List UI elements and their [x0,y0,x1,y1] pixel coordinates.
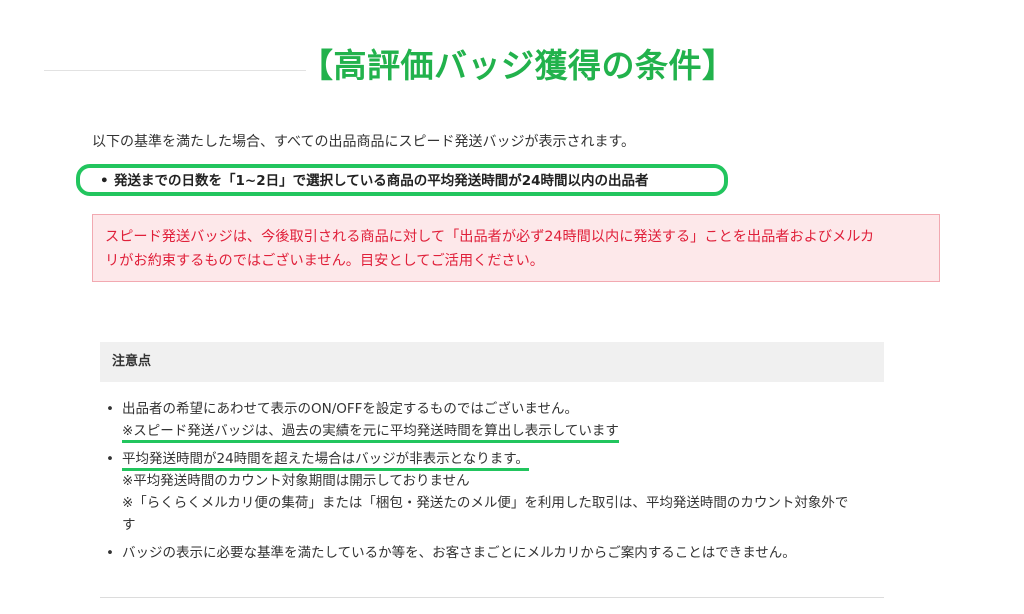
note-sub-text: ※平均発送時間のカウント対象期間は開示しておりません [122,473,470,489]
bullet-dot: • [106,401,114,417]
criteria-text: 発送までの日数を「1~2日」で選択している商品の平均発送時間が24時間以内の出品… [114,173,649,189]
disclaimer-box: スピード発送バッジは、今後取引される商品に対して「出品者が必ず24時間以内に発送… [92,214,940,282]
note-sub-text: ※スピード発送バッジは、過去の実績を元に平均発送時間を算出し表示しています [122,423,619,443]
list-item: • バッジの表示に必要な基準を満たしているか等を、お客さまごとにメルカリからご案… [106,542,896,564]
criteria-item: • 発送までの日数を「1~2日」で選択している商品の平均発送時間が24時間以内の出… [100,171,648,191]
top-divider [44,70,306,71]
note-text: バッジの表示に必要な基準を満たしているか等を、お客さまごとにメルカリからご案内す… [122,545,796,561]
list-item: • 平均発送時間が24時間を超えた場合はバッジが非表示となります。 ※平均発送時… [106,448,896,536]
note-sub-text: ※「らくらくメルカリ便の集荷」または「梱包・発送たのメル便」を利用した取引は、平… [122,495,849,511]
page-heading: 【高評価バッジ獲得の条件】 [300,46,736,85]
bullet-dot: • [100,173,109,189]
bullet-dot: • [106,545,114,561]
notes-title: 注意点 [100,342,884,382]
bullet-dot: • [106,451,114,467]
disclaimer-line-1: スピード発送バッジは、今後取引される商品に対して「出品者が必ず24時間以内に発送… [105,229,875,245]
intro-text: 以下の基準を満たした場合、すべての出品商品にスピード発送バッジが表示されます。 [92,134,636,150]
note-sub-text: す [122,517,136,533]
disclaimer-line-2: リがお約束するものではございません。目安としてご活用ください。 [105,253,544,269]
note-text: 平均発送時間が24時間を超えた場合はバッジが非表示となります。 [122,451,529,471]
notes-list: • 出品者の希望にあわせて表示のON/OFFを設定するものではございません。 ※… [106,398,896,570]
bottom-divider [100,597,884,598]
note-text: 出品者の希望にあわせて表示のON/OFFを設定するものではございません。 [122,401,579,417]
list-item: • 出品者の希望にあわせて表示のON/OFFを設定するものではございません。 ※… [106,398,896,443]
